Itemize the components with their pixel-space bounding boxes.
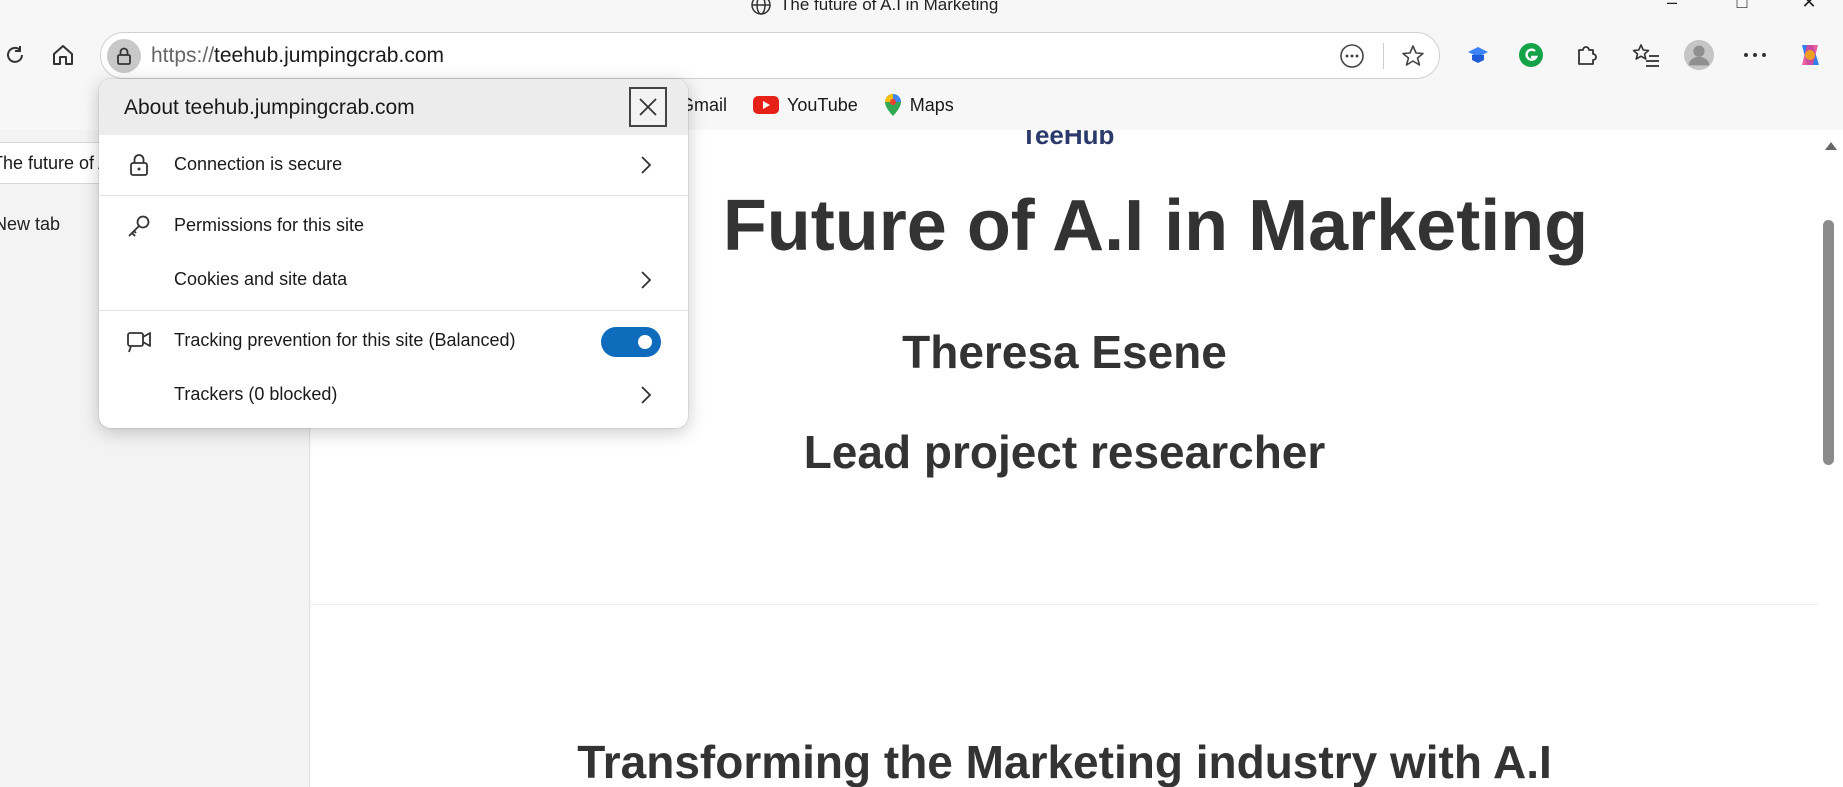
favorites-bar: Gmail YouTube Maps [680, 88, 980, 122]
tracking-toggle[interactable] [601, 327, 661, 357]
copilot-icon[interactable] [1795, 40, 1825, 70]
home-icon[interactable] [48, 40, 78, 70]
cookies-label: Cookies and site data [174, 269, 348, 289]
connection-label: Connection is secure [174, 154, 343, 174]
favorite-youtube[interactable]: YouTube [753, 95, 858, 116]
tracking-row: Tracking prevention for this site (Balan… [99, 311, 688, 371]
toggle-knob [638, 335, 652, 349]
connection-row[interactable]: Connection is secure [99, 135, 688, 195]
address-bar[interactable]: https://teehub.jumpingcrab.com [100, 32, 1440, 79]
address-separator [1383, 43, 1384, 69]
trackers-row[interactable]: Trackers (0 blocked) [99, 365, 688, 425]
more-menu-icon[interactable] [1740, 40, 1770, 70]
lock-icon [125, 151, 153, 179]
close-icon [639, 98, 657, 116]
refresh-icon[interactable] [0, 40, 30, 70]
profile-avatar-icon[interactable] [1684, 40, 1714, 70]
scroll-up-arrow-icon[interactable] [1825, 142, 1837, 150]
page-scrollbar[interactable] [1818, 130, 1843, 787]
trackers-label: Trackers (0 blocked) [174, 384, 338, 404]
url-text[interactable]: https://teehub.jumpingcrab.com [151, 44, 444, 68]
tracking-camera-icon [125, 327, 153, 355]
favorites-list-icon[interactable] [1631, 40, 1661, 70]
grammarly-icon[interactable] [1516, 40, 1546, 70]
site-info-button[interactable] [107, 39, 141, 73]
popup-close-button[interactable] [629, 87, 667, 127]
chevron-right-icon [641, 386, 652, 404]
section-divider [311, 604, 1818, 605]
maximize-button[interactable]: □ [1730, 0, 1754, 12]
graduation-cap-icon[interactable] [1463, 40, 1493, 70]
minimize-button[interactable]: – [1660, 0, 1684, 12]
maps-icon [884, 94, 901, 116]
title-bar: The future of A.I in Marketing – □ ✕ [0, 0, 1843, 15]
chevron-right-icon [641, 271, 652, 289]
chevron-right-icon [641, 156, 652, 174]
section-heading: Transforming the Marketing industry with… [577, 736, 1552, 787]
popup-title: About teehub.jumpingcrab.com [124, 96, 415, 119]
close-window-button[interactable]: ✕ [1797, 0, 1821, 12]
key-icon [125, 212, 153, 240]
cookies-row[interactable]: Cookies and site data [99, 250, 688, 310]
favorite-maps[interactable]: Maps [884, 93, 954, 117]
popup-header: About teehub.jumpingcrab.com [99, 79, 688, 135]
new-tab-button[interactable]: New tab [0, 214, 60, 235]
lock-icon [117, 47, 131, 65]
tracking-label: Tracking prevention for this site (Balan… [174, 330, 516, 350]
permissions-row: Permissions for this site [99, 196, 688, 256]
window-title: The future of A.I in Marketing [780, 0, 999, 14]
site-info-popup: About teehub.jumpingcrab.com Connection … [99, 79, 688, 428]
author-role: Lead project researcher [803, 426, 1326, 478]
extensions-icon[interactable] [1571, 40, 1601, 70]
star-icon[interactable] [1399, 42, 1427, 70]
permissions-label: Permissions for this site [174, 215, 365, 235]
scroll-thumb[interactable] [1823, 220, 1834, 465]
more-options-circle-icon[interactable] [1338, 42, 1366, 70]
site-logo[interactable]: TeeHub [1021, 130, 1114, 151]
youtube-icon [753, 96, 780, 114]
